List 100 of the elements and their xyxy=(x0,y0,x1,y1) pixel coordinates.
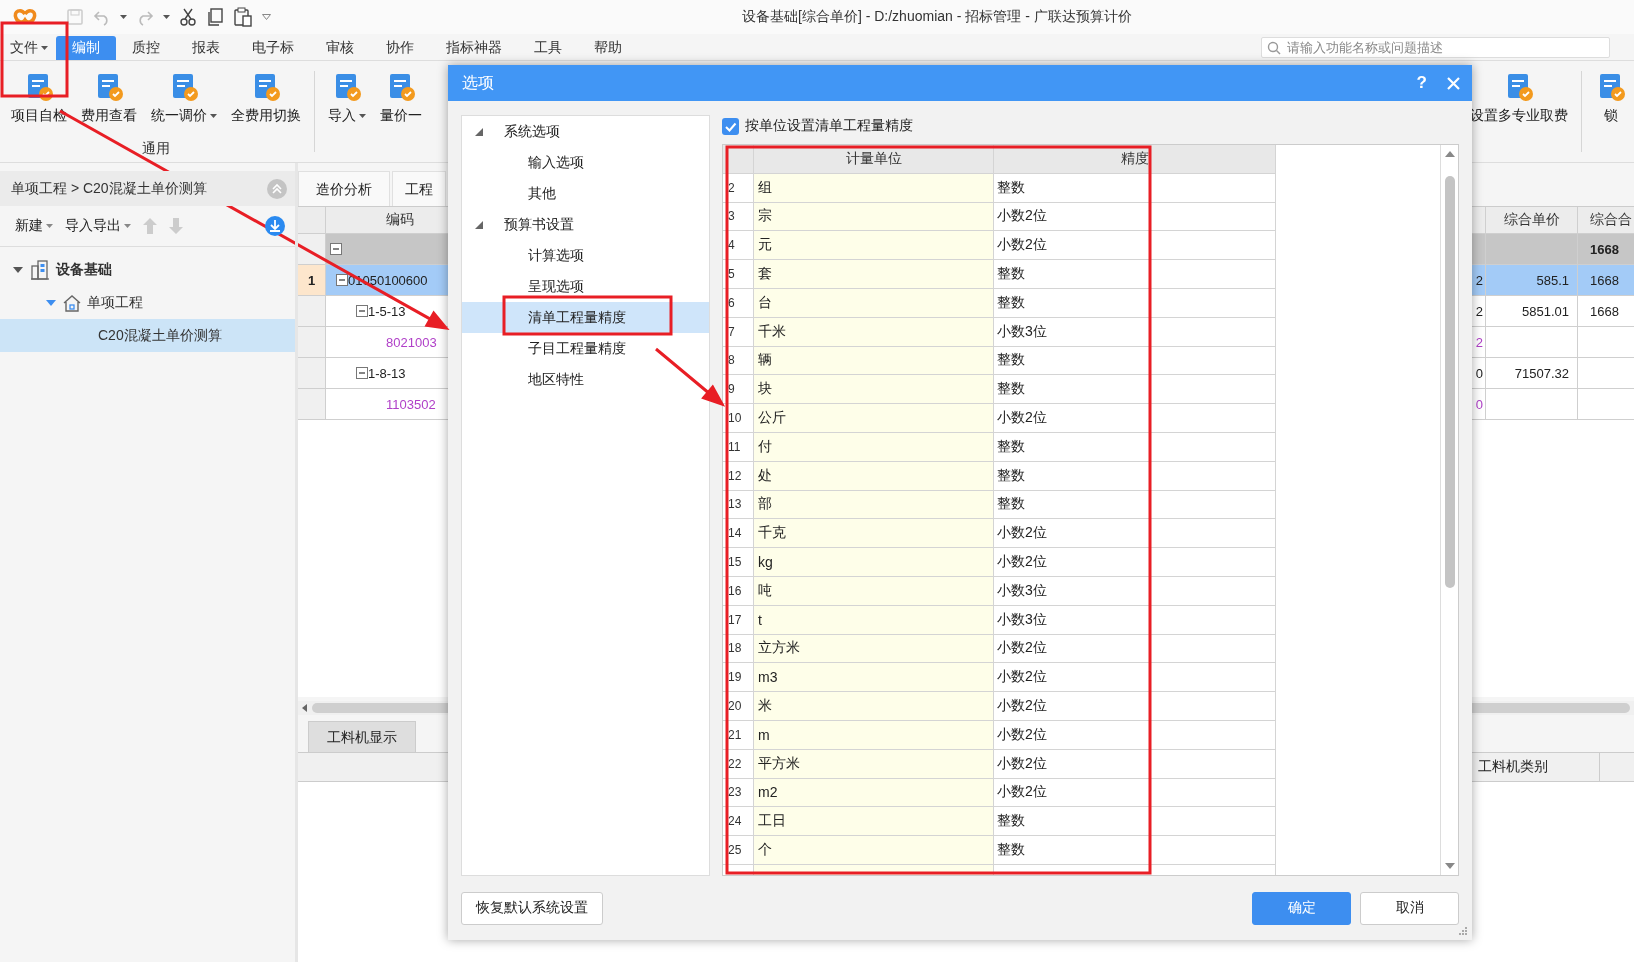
table-cell: 千米 xyxy=(754,317,994,347)
tree-item[interactable]: 清单工程量精度 xyxy=(462,302,709,333)
table-cell: 宗 xyxy=(754,202,994,232)
restore-defaults-button[interactable]: 恢复默认系统设置 xyxy=(461,891,603,925)
toolbar-button[interactable]: 新建 xyxy=(15,217,53,235)
undo-icon xyxy=(93,8,111,26)
ribbon-button[interactable]: 量价一 xyxy=(373,61,429,125)
menu-item[interactable]: 工具 xyxy=(518,36,578,60)
tree-item[interactable]: 其他 xyxy=(462,178,709,209)
table-cell: m2 xyxy=(754,778,994,808)
cell-text: 1-8-13 xyxy=(368,365,406,381)
resize-grip-icon xyxy=(1459,927,1468,936)
tree-item[interactable]: 单项工程 xyxy=(0,286,295,319)
table-cell: 米 xyxy=(754,692,994,721)
tab[interactable]: 工程 xyxy=(392,171,446,206)
building-icon xyxy=(30,259,50,280)
menu-item[interactable]: 报表 xyxy=(176,36,236,60)
breadcrumb: 单项工程 > C20混凝土单价测算 xyxy=(11,179,207,198)
ribbon-button[interactable]: 统一调价 xyxy=(144,61,224,125)
tree-item[interactable]: 输入选项 xyxy=(462,147,709,178)
collapse-icon xyxy=(336,274,348,286)
download-icon xyxy=(265,216,285,236)
close-icon xyxy=(1447,76,1460,90)
caret-icon xyxy=(163,15,170,19)
down-arrow-icon xyxy=(169,218,183,234)
menu-item[interactable]: 质控 xyxy=(116,36,176,60)
table-cell: 整数 xyxy=(994,836,1276,865)
table-cell: 辆 xyxy=(754,346,994,376)
menu-item[interactable]: 审核 xyxy=(310,36,370,60)
tree-item[interactable]: 系统选项 xyxy=(462,116,709,147)
column-header: 综合单价 xyxy=(1486,207,1578,234)
table-cell: 组 xyxy=(754,173,994,203)
table-cell: 1668 xyxy=(1578,296,1634,327)
save-icon xyxy=(66,8,84,26)
table-cell: m3 xyxy=(754,663,994,693)
toolbar-button[interactable]: 导入导出 xyxy=(65,217,131,235)
table-cell: 小数2位 xyxy=(994,404,1276,433)
collapse-icon xyxy=(356,367,368,379)
table-cell: 小数2位 xyxy=(994,663,1276,693)
menu-item[interactable]: 协作 xyxy=(370,36,430,60)
table-cell: 部 xyxy=(754,490,994,520)
table-cell: 整数 xyxy=(994,461,1276,491)
tree-item[interactable]: 地区特性 xyxy=(462,364,709,395)
annotation-arrow xyxy=(654,347,724,406)
ribbon-button[interactable]: 导入 xyxy=(321,61,373,125)
menu-item[interactable]: 文件 xyxy=(0,36,56,60)
table-cell: 台 xyxy=(754,289,994,318)
column-header: 精度 xyxy=(994,145,1276,174)
tree-item[interactable]: 设备基础 xyxy=(0,253,295,286)
cancel-button[interactable]: 取消 xyxy=(1360,891,1459,925)
table-cell: 套 xyxy=(754,260,994,289)
caret-icon xyxy=(210,114,217,118)
tree-item[interactable]: 计算选项 xyxy=(462,240,709,271)
table-cell: 小数3位 xyxy=(994,605,1276,635)
caret-icon xyxy=(262,14,271,20)
table-cell: 立方米 xyxy=(754,634,994,664)
table-cell: 1668 xyxy=(1578,265,1634,296)
ribbon-button[interactable]: 项目自检 xyxy=(4,61,74,125)
vertical-scrollbar[interactable] xyxy=(1440,145,1458,875)
house-icon xyxy=(63,293,81,312)
caret-icon xyxy=(41,46,48,50)
collapse-icon xyxy=(330,243,342,255)
up-arrow-icon xyxy=(143,218,157,234)
caret-icon xyxy=(46,224,53,228)
table-cell: 小数2位 xyxy=(994,749,1276,779)
column-header: 计量单位 xyxy=(754,145,994,174)
tree-item[interactable]: 呈现选项 xyxy=(462,271,709,302)
menu-item[interactable]: 帮助 xyxy=(578,36,638,60)
caret-icon xyxy=(120,15,127,19)
ribbon-button[interactable]: 全费用切换 xyxy=(224,61,308,125)
table-cell: 整数 xyxy=(994,346,1276,376)
table-cell: 1668 xyxy=(1578,234,1634,265)
table-cell: 整数 xyxy=(994,807,1276,837)
menu-item[interactable]: 电子标 xyxy=(236,36,310,60)
cell-text: 1103502 xyxy=(386,396,436,412)
tab[interactable]: 造价分析 xyxy=(298,171,390,206)
collapse-icon xyxy=(267,178,287,199)
table-cell: t xyxy=(754,605,994,635)
table-cell: 吨 xyxy=(754,576,994,606)
checkbox-label: 按单位设置清单工程量精度 xyxy=(745,117,913,135)
collapse-icon xyxy=(356,305,368,317)
ribbon-button[interactable]: 费用查看 xyxy=(74,61,144,125)
table-cell: 小数2位 xyxy=(994,720,1276,750)
scroll-down-arrow-icon xyxy=(1444,862,1455,870)
table-cell: 小数2位 xyxy=(994,519,1276,549)
checkbox[interactable] xyxy=(722,117,739,135)
table-cell: 5851.01 xyxy=(1486,296,1578,327)
table-cell: 整数 xyxy=(994,260,1276,289)
row-number-cell: 1 xyxy=(298,265,326,296)
ribbon-button[interactable]: 锁 xyxy=(1588,61,1634,162)
table-cell: 处 xyxy=(754,461,994,491)
tree-item[interactable]: C20混凝土单价测算 xyxy=(0,319,295,352)
table-cell: 71507.32 xyxy=(1486,358,1578,389)
table-cell: 元 xyxy=(754,231,994,261)
menu-item[interactable]: 指标神器 xyxy=(430,36,518,60)
tree-item[interactable]: 子目工程量精度 xyxy=(462,333,709,364)
scissors-icon xyxy=(179,8,197,26)
search-field[interactable]: 请输入功能名称或问题描述 xyxy=(1261,36,1610,58)
caret-icon xyxy=(124,224,131,228)
table-cell: 小数3位 xyxy=(994,576,1276,606)
